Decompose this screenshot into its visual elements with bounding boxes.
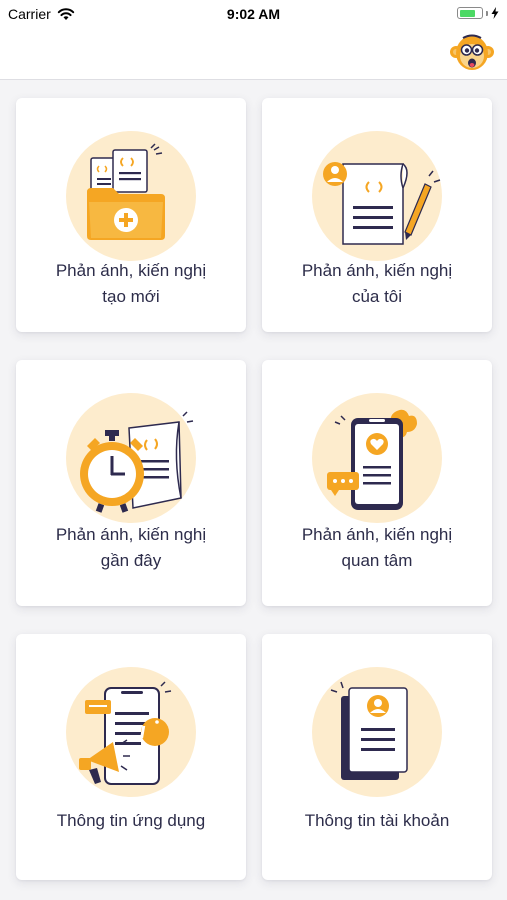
battery-cap xyxy=(486,10,488,16)
label-line-1: Phản ánh, kiến nghị xyxy=(55,525,207,544)
menu-card-label: Phản ánh, kiến nghị quan tâm xyxy=(272,522,482,574)
menu-card-label: Phản ánh, kiến nghị tạo mới xyxy=(26,258,236,310)
status-bar: Carrier 9:02 AM xyxy=(0,0,507,28)
menu-card-label: Phản ánh, kiến nghị gần đây xyxy=(26,522,236,574)
charging-bolt-icon xyxy=(491,7,499,19)
menu-card-label: Thông tin ứng dụng xyxy=(26,808,236,834)
label-line-2: tạo mới xyxy=(102,287,160,306)
monkey-avatar-icon[interactable] xyxy=(449,30,495,76)
battery-indicator xyxy=(457,7,499,19)
menu-card-app-info[interactable]: Thông tin ứng dụng xyxy=(16,634,246,880)
account-profile-icon xyxy=(312,667,442,797)
menu-card-label: Thông tin tài khoản xyxy=(272,808,482,834)
battery-icon xyxy=(457,7,483,19)
nav-bar xyxy=(0,28,507,80)
label-line-1: Thông tin ứng dụng xyxy=(56,811,206,830)
stopwatch-document-icon xyxy=(66,393,196,523)
menu-card-followed-feedback[interactable]: Phản ánh, kiến nghị quan tâm xyxy=(262,360,492,606)
document-pen-icon xyxy=(312,131,442,261)
menu-card-new-feedback[interactable]: Phản ánh, kiến nghị tạo mới xyxy=(16,98,246,332)
label-line-2: quan tâm xyxy=(341,551,413,570)
label-line-2: của tôi xyxy=(351,287,403,306)
menu-card-recent-feedback[interactable]: Phản ánh, kiến nghị gần đây xyxy=(16,360,246,606)
menu-card-my-feedback[interactable]: Phản ánh, kiến nghị của tôi xyxy=(262,98,492,332)
folder-add-icon xyxy=(66,131,196,261)
phone-heart-icon xyxy=(312,393,442,523)
label-line-2: gần đây xyxy=(100,551,162,570)
label-line-1: Phản ánh, kiến nghị xyxy=(301,525,453,544)
clock: 9:02 AM xyxy=(226,6,281,22)
label-line-1: Thông tin tài khoản xyxy=(304,811,450,830)
label-line-1: Phản ánh, kiến nghị xyxy=(301,261,453,280)
label-line-1: Phản ánh, kiến nghị xyxy=(55,261,207,280)
battery-fill xyxy=(459,9,476,17)
phone-megaphone-info-icon xyxy=(66,667,196,797)
menu-card-account-info[interactable]: Thông tin tài khoản xyxy=(262,634,492,880)
menu-card-label: Phản ánh, kiến nghị của tôi xyxy=(272,258,482,310)
